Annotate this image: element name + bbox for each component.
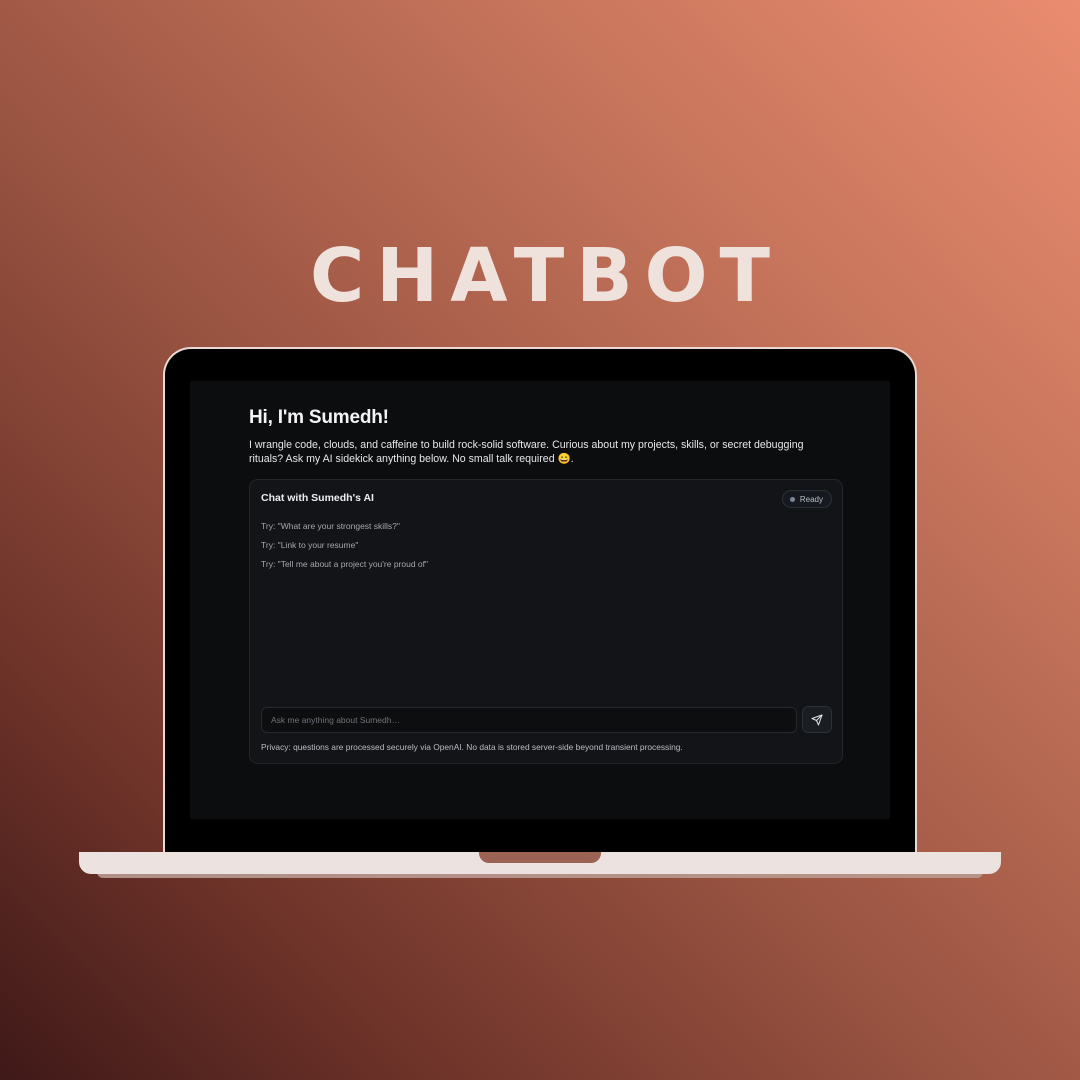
status-dot-icon xyxy=(789,496,795,502)
status-badge: Ready xyxy=(781,490,832,508)
send-button[interactable] xyxy=(802,706,832,733)
laptop-screen: Hi, I'm Sumedh! I wrangle code, clouds, … xyxy=(190,381,890,819)
send-icon xyxy=(811,714,823,725)
headline: CHATBOT xyxy=(309,233,783,319)
laptop-notch xyxy=(479,852,601,863)
page-title: Hi, I'm Sumedh! xyxy=(249,407,389,428)
privacy-note: Privacy: questions are processed securel… xyxy=(261,742,683,752)
suggestion-resume[interactable]: Try: "Link to your resume" xyxy=(261,539,428,558)
chat-card: Chat with Sumedh's AI Ready Try: "What a… xyxy=(249,479,843,764)
suggestion-list: Try: "What are your strongest skills?" T… xyxy=(261,520,428,577)
chat-title: Chat with Sumedh's AI xyxy=(261,492,374,504)
suggestion-project[interactable]: Try: "Tell me about a project you're pro… xyxy=(261,558,428,577)
suggestion-skills[interactable]: Try: "What are your strongest skills?" xyxy=(261,520,428,539)
chat-input[interactable] xyxy=(261,707,797,733)
intro-text: I wrangle code, clouds, and caffeine to … xyxy=(249,439,804,465)
status-label: Ready xyxy=(799,494,823,504)
